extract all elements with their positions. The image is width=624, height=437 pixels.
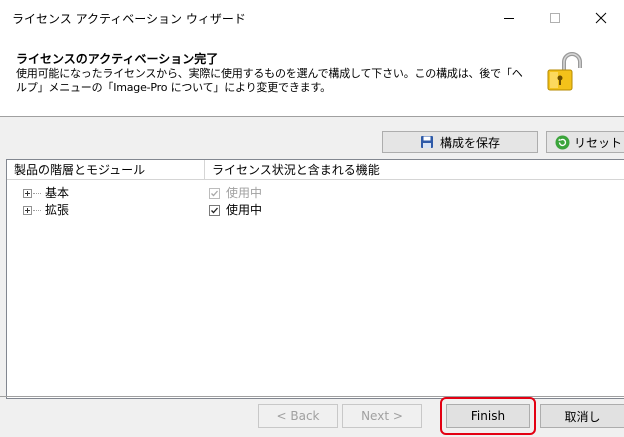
column-header-hierarchy[interactable]: 製品の階層とモジュール <box>7 160 205 180</box>
back-button[interactable]: < Back <box>258 404 338 428</box>
cancel-button[interactable]: 取消し <box>540 404 624 428</box>
close-icon <box>595 12 607 24</box>
save-config-button[interactable]: 構成を保存 <box>382 131 538 153</box>
title-bar: ライセンス アクティベーション ウィザード <box>0 0 624 36</box>
wizard-header: ライセンスのアクティベーション完了 使用可能になったライセンスから、実際に使用す… <box>0 36 624 117</box>
wizard-content: 構成を保存 リセット 製品の階層とモジュール ライセンス状況と含まれる機能 基本… <box>0 117 624 437</box>
tree-row-extended[interactable]: 拡張 <box>23 202 69 219</box>
minimize-icon <box>504 18 514 19</box>
tree-row-label: 基本 <box>45 186 70 200</box>
tree-row-extended-status[interactable]: 使用中 <box>209 202 262 219</box>
refresh-icon <box>555 135 570 149</box>
next-button[interactable]: Next > <box>342 404 422 428</box>
expand-icon[interactable] <box>23 206 32 215</box>
tree-row-basic-status: 使用中 <box>209 185 262 202</box>
tree-row-basic[interactable]: 基本 <box>23 185 69 202</box>
reset-button[interactable]: リセット <box>546 131 624 153</box>
finish-highlight-annotation <box>440 397 536 435</box>
license-tree[interactable]: 製品の階層とモジュール ライセンス状況と含まれる機能 基本 使用中 拡張 使用中 <box>6 159 624 399</box>
close-button[interactable] <box>578 0 624 36</box>
maximize-icon <box>550 13 560 23</box>
license-checkbox <box>209 188 220 199</box>
check-icon <box>211 207 218 214</box>
minimize-button[interactable] <box>486 0 532 36</box>
padlock-open-icon <box>547 52 582 91</box>
tree-row-label: 拡張 <box>45 203 70 217</box>
expand-icon[interactable] <box>23 189 32 198</box>
save-config-label: 構成を保存 <box>439 135 500 150</box>
license-checkbox[interactable] <box>209 205 220 216</box>
check-icon <box>211 190 218 197</box>
license-status: 使用中 <box>226 203 263 217</box>
window-title: ライセンス アクティベーション ウィザード <box>12 12 246 26</box>
column-header-status[interactable]: ライセンス状況と含まれる機能 <box>205 160 624 180</box>
license-status: 使用中 <box>226 186 263 200</box>
reset-label: リセット <box>574 135 623 150</box>
header-title: ライセンスのアクティベーション完了 <box>16 52 219 66</box>
maximize-button[interactable] <box>532 0 578 36</box>
header-description: 使用可能になったライセンスから、実際に使用するものを選んで構成して下さい。この構… <box>16 67 523 94</box>
save-disk-icon <box>420 136 433 148</box>
